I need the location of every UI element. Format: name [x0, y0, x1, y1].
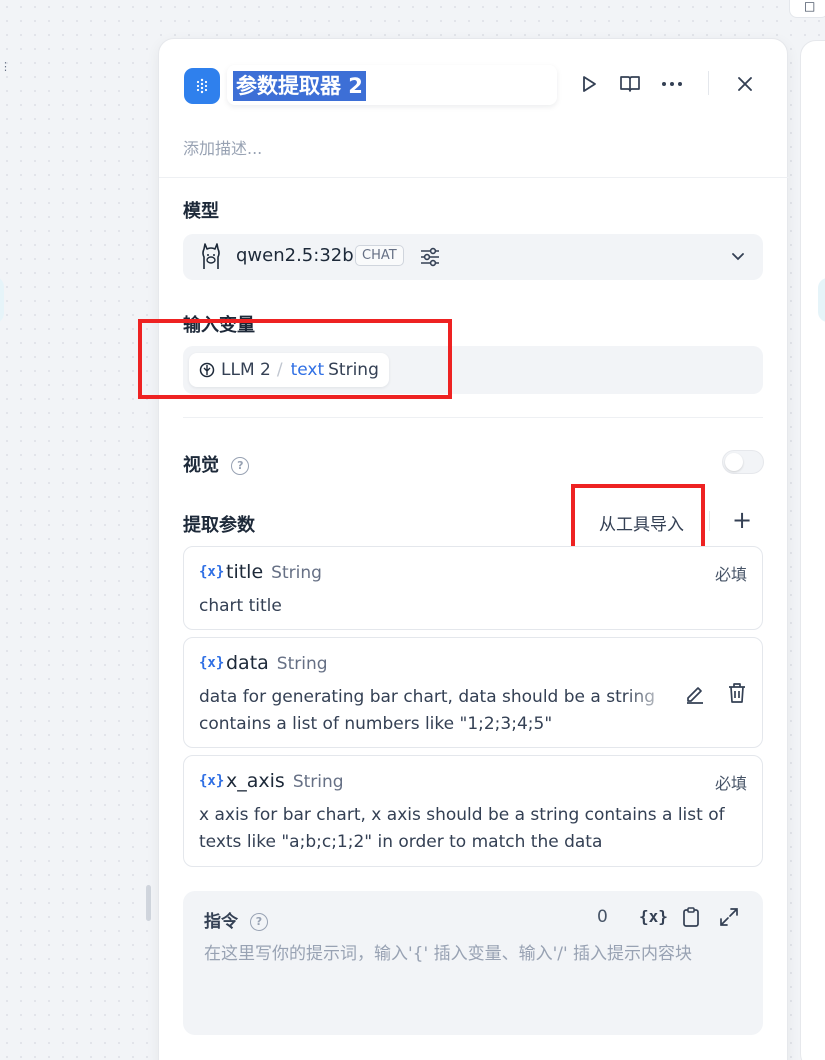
model-label: 模型 [183, 201, 219, 222]
variable-icon: {x} [199, 773, 225, 789]
instruction-placeholder: 在这里写你的提示词，输入'{' 插入变量、输入'/' 插入提示内容块 [204, 944, 693, 964]
param-name: data String [226, 652, 328, 674]
param-description: x axis for bar chart, x axis should be a… [199, 805, 725, 852]
variable-icon: {x} [199, 655, 225, 671]
param-type: String [276, 654, 328, 674]
node-config-panel: 参数提取器 2 添加描述... 模型 qwen2.5:32b CHAT 输入变量 [138, 38, 789, 1060]
chevron-down-icon [732, 253, 744, 261]
param-card-title[interactable]: {x} title String 必填 chart title [183, 546, 763, 630]
instruction-label: 指令 ? [204, 907, 268, 932]
param-required-badge: 必填 [714, 565, 747, 584]
param-description: chart title [199, 596, 282, 616]
param-type: String [271, 563, 322, 583]
vision-label: 视觉 ? [183, 451, 250, 477]
model-name: qwen2.5:32b [236, 245, 354, 266]
panel-resize-handle[interactable] [146, 885, 151, 921]
vision-help-icon[interactable]: ? [231, 457, 250, 475]
param-name: title String [226, 561, 322, 583]
header-divider [708, 71, 709, 95]
more-options-button[interactable] [660, 72, 684, 96]
help-doc-button[interactable] [618, 72, 642, 96]
insert-variable-icon[interactable]: {x} [639, 907, 668, 926]
add-param-button[interactable]: + [731, 508, 753, 532]
trash-icon [729, 683, 745, 703]
node-title: 参数提取器 2 [233, 71, 366, 101]
param-card-data[interactable]: {x} data String data for generating bar c… [183, 637, 763, 748]
settings-sliders-icon[interactable] [419, 247, 441, 267]
section-divider [183, 417, 763, 418]
canvas-handle-icon: ⋮ [0, 60, 11, 73]
parameter-extractor-icon [184, 68, 220, 104]
run-button[interactable] [577, 72, 601, 96]
instruction-editor[interactable]: 指令 ? 0 {x} 在这里写你的提示词，输入'{' 插入变量、输入'/' 插入… [183, 891, 763, 1035]
expand-icon[interactable] [719, 907, 739, 927]
description-input[interactable]: 添加描述... [183, 135, 262, 159]
description-fade [624, 684, 674, 711]
play-icon [583, 76, 596, 92]
canvas-node-edge-left [0, 276, 4, 324]
ollama-llama-icon [202, 243, 220, 269]
plus-icon: + [731, 506, 753, 534]
variable-icon: {x} [199, 564, 225, 580]
comment-button[interactable]: □ [789, 0, 825, 18]
extract-params-label: 提取参数 [183, 515, 255, 536]
comment-icon: □ [804, 0, 816, 13]
edit-pencil-icon [687, 687, 703, 704]
more-horizontal-icon [662, 82, 682, 86]
close-icon [738, 77, 752, 91]
delete-param-button[interactable] [727, 682, 753, 708]
edit-param-button[interactable] [684, 682, 710, 708]
param-type: String [292, 772, 344, 792]
adjacent-panel [800, 40, 825, 1060]
param-required-badge: 必填 [714, 774, 747, 793]
instruction-char-count: 0 [597, 907, 608, 927]
clipboard-icon[interactable] [681, 906, 701, 928]
highlight-annotation-input [138, 319, 452, 399]
param-card-x-axis[interactable]: {x} x_axis String 必填 x axis for bar chart… [183, 755, 763, 867]
instruction-help-icon[interactable]: ? [249, 913, 268, 931]
model-mode-badge: CHAT [355, 245, 404, 266]
highlight-annotation-import [571, 484, 705, 551]
book-open-icon [620, 76, 640, 92]
param-description: data for generating bar chart, data shou… [199, 687, 656, 734]
vision-label-text: 视觉 [183, 455, 219, 476]
model-selector[interactable]: qwen2.5:32b CHAT [183, 234, 763, 280]
param-name: x_axis String [226, 770, 344, 792]
instruction-label-text: 指令 [204, 912, 238, 932]
close-button[interactable] [733, 72, 757, 96]
extract-header-divider [709, 511, 710, 531]
canvas-node-edge-right [818, 278, 825, 322]
node-title-input[interactable]: 参数提取器 2 [227, 65, 557, 105]
header-divider-line [159, 177, 789, 178]
vision-toggle[interactable] [722, 450, 764, 474]
